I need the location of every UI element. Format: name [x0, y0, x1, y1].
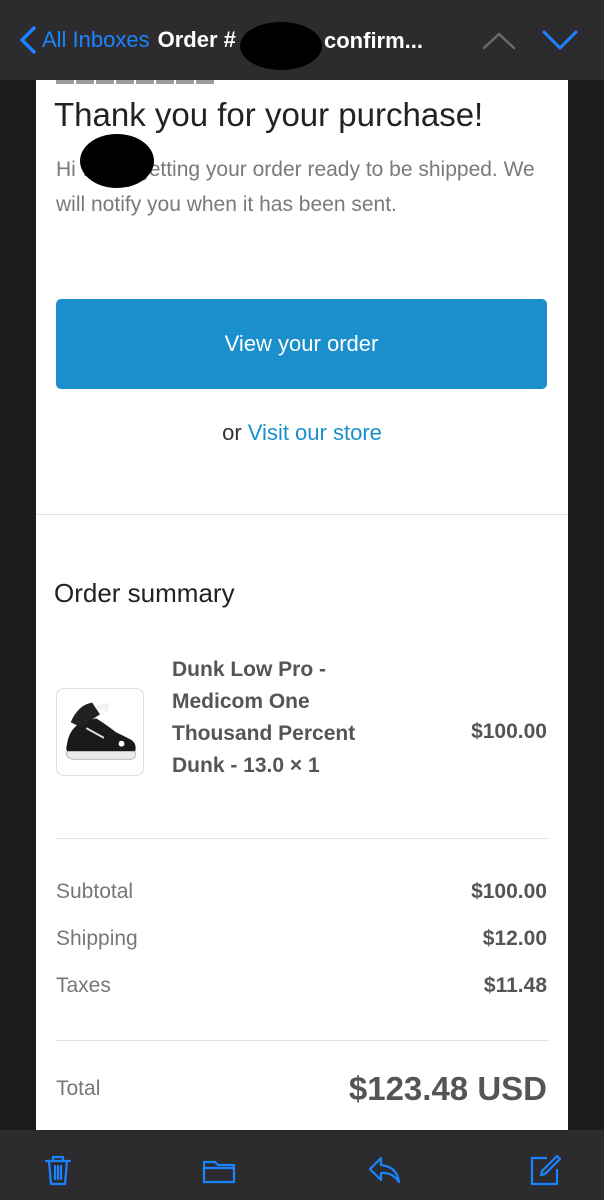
- divider: [56, 1040, 549, 1041]
- chevron-down-icon[interactable]: [540, 26, 580, 54]
- back-label: All Inboxes: [42, 27, 150, 52]
- total-label: Total: [56, 1077, 101, 1100]
- shipping-label: Shipping: [56, 927, 138, 950]
- taxes-value: $11.48: [483, 974, 547, 997]
- back-button[interactable]: All Inboxes: [18, 25, 150, 55]
- reply-icon[interactable]: [366, 1152, 402, 1188]
- visit-store-line: or Visit our store: [36, 420, 568, 446]
- shipping-row: Shipping $12.00: [56, 927, 547, 951]
- compose-icon[interactable]: [527, 1152, 563, 1188]
- nav-title-suffix: confirm...: [324, 28, 424, 53]
- subtotal-label: Subtotal: [56, 880, 134, 903]
- email-heading: Thank you for your purchase!: [54, 96, 484, 133]
- taxes-label: Taxes: [56, 974, 111, 997]
- chevron-up-icon[interactable]: [481, 28, 517, 52]
- product-image: [56, 688, 144, 776]
- bottom-toolbar: [0, 1130, 604, 1200]
- order-summary-title: Order summary: [54, 578, 235, 608]
- sneaker-icon: [65, 702, 137, 760]
- subtotal-value: $100.00: [471, 880, 547, 903]
- folder-icon[interactable]: [201, 1152, 237, 1188]
- total-row: Total $123.48 USD: [56, 1070, 547, 1108]
- product-price: $100.00: [471, 720, 547, 743]
- subtotal-row: Subtotal $100.00: [56, 880, 547, 904]
- visit-store-link[interactable]: Visit our store: [248, 420, 382, 445]
- view-order-button[interactable]: View your order: [56, 299, 547, 389]
- trash-icon[interactable]: [40, 1152, 76, 1188]
- cut-off-header-decoration: ▬▬▬▬▬▬▬▬: [56, 80, 216, 89]
- divider: [56, 838, 549, 839]
- nav-title: Order #: [157, 27, 236, 52]
- redaction-mark: [80, 134, 154, 188]
- chevron-left-icon: [20, 26, 36, 54]
- taxes-row: Taxes $11.48: [56, 974, 547, 998]
- email-body: ▬▬▬▬▬▬▬▬ Thank you for your purchase! Hi…: [36, 80, 568, 1130]
- product-name: Dunk Low Pro - Medicom One Thousand Perc…: [172, 658, 356, 777]
- redaction-mark: [240, 22, 322, 70]
- divider: [36, 514, 568, 515]
- shipping-value: $12.00: [482, 927, 547, 950]
- total-value: $123.48 USD: [348, 1070, 547, 1107]
- alt-prefix: or: [222, 420, 242, 445]
